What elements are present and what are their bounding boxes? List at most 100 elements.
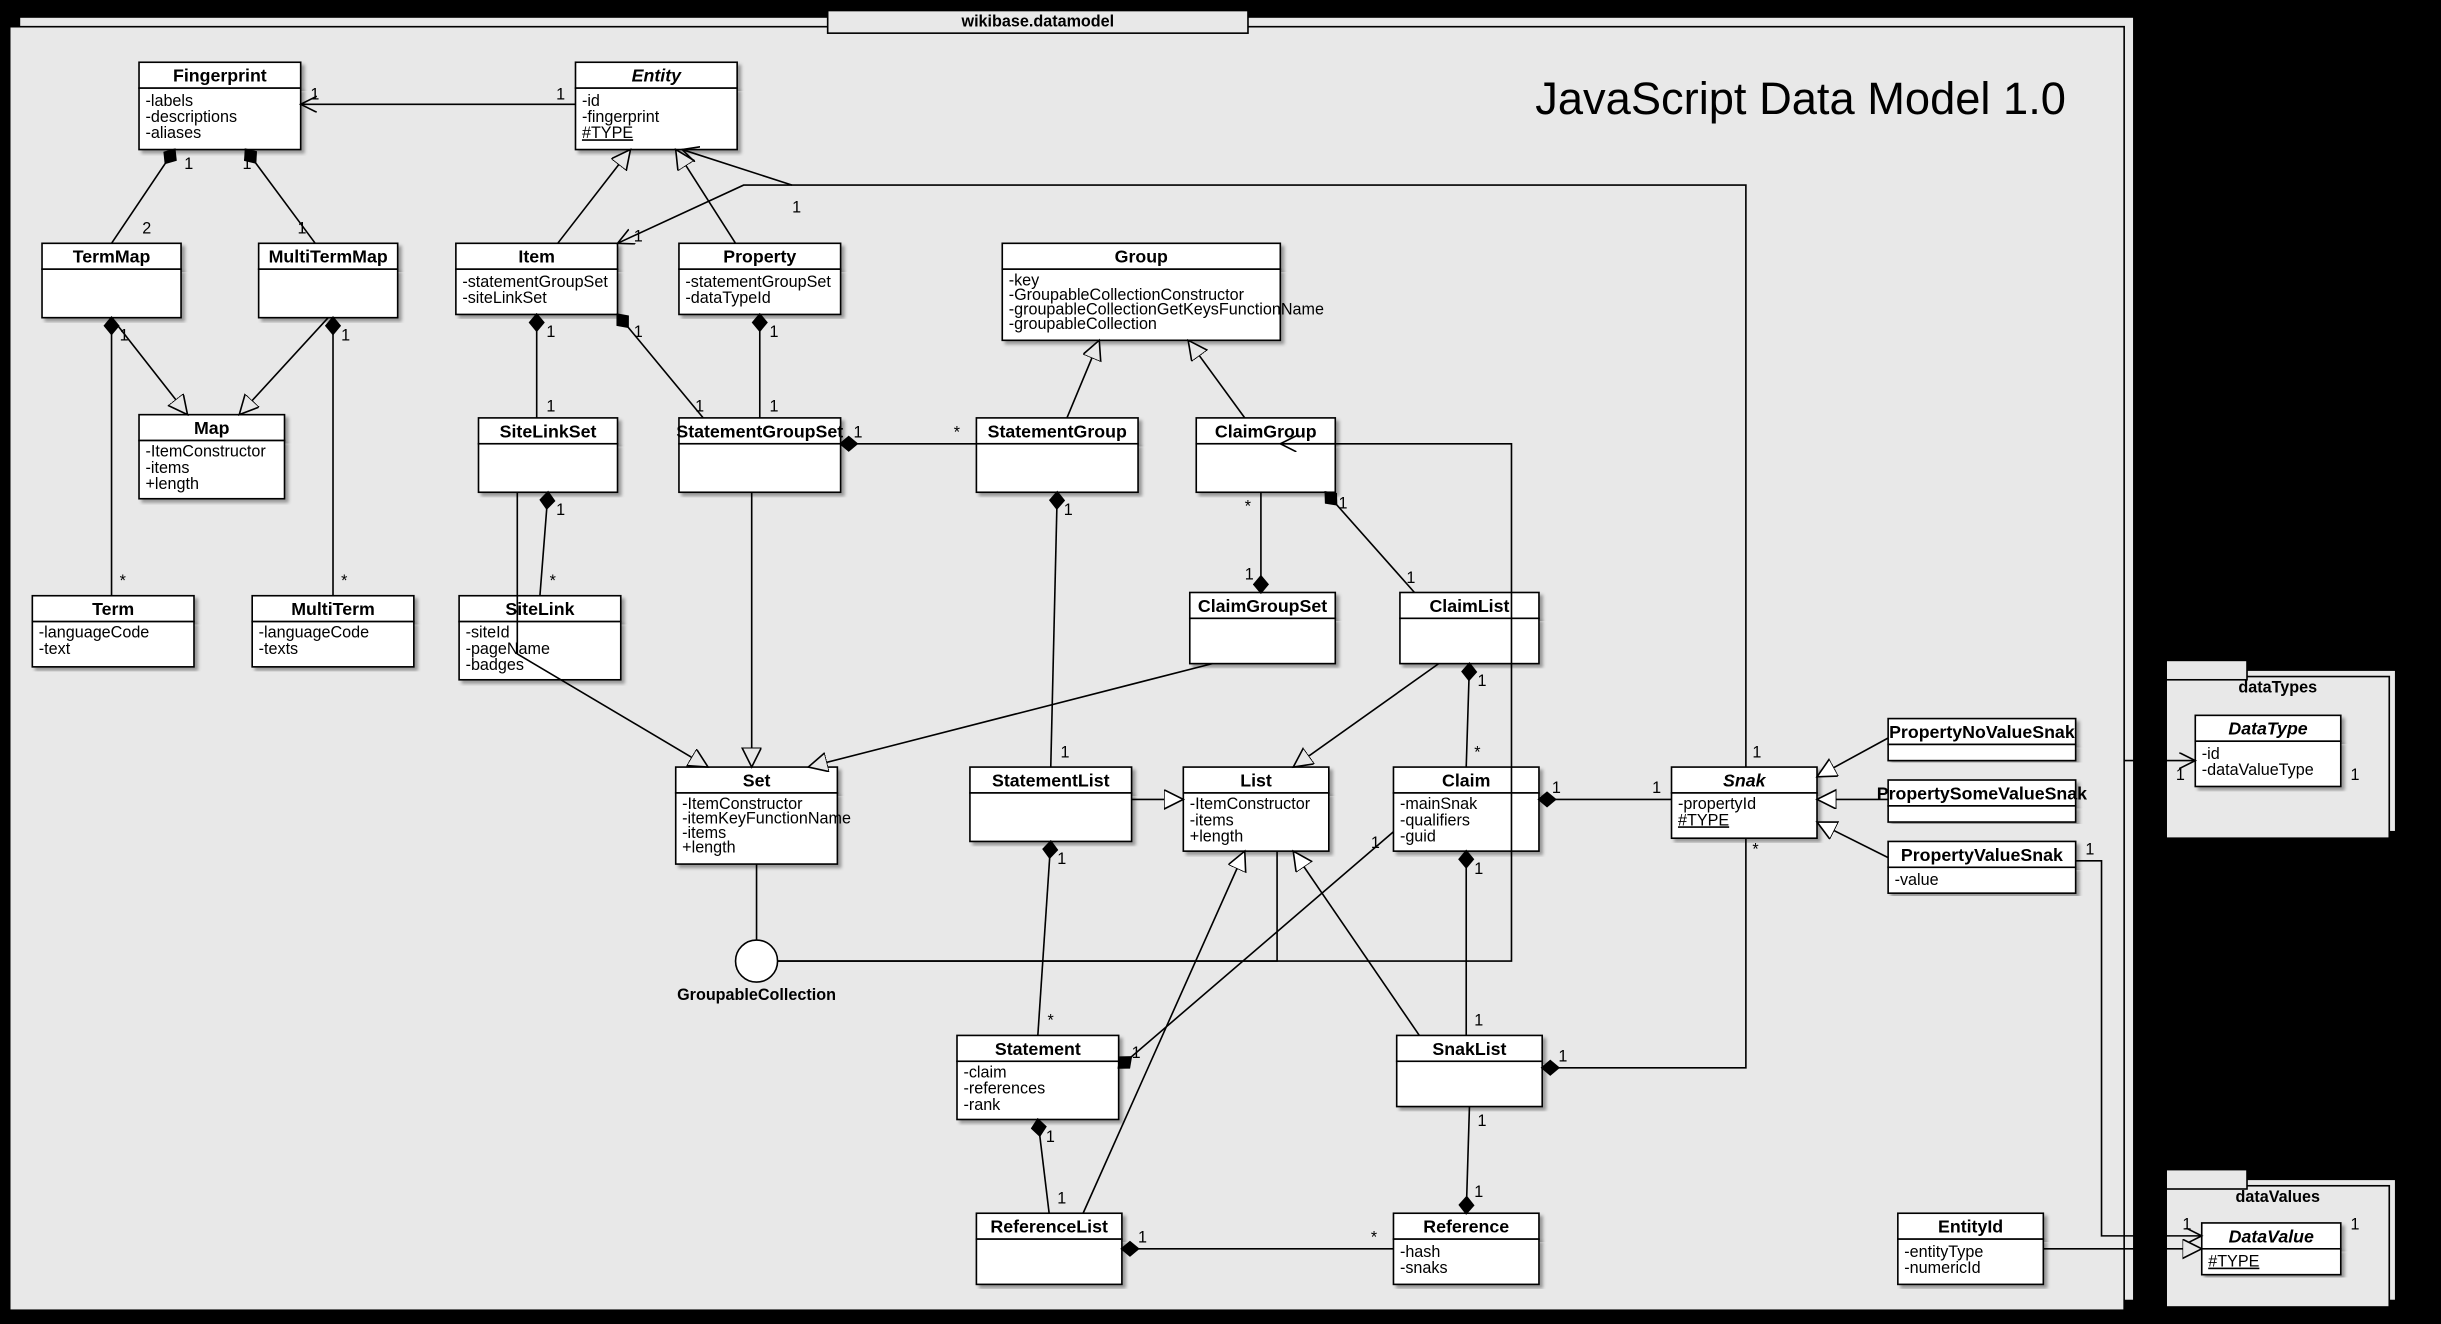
svg-text:1: 1: [341, 326, 350, 344]
svg-text:1: 1: [1552, 779, 1561, 797]
class-entity: Entity -id -fingerprint #TYPE: [575, 62, 737, 149]
svg-text:TermMap: TermMap: [73, 247, 151, 267]
svg-text:ClaimList: ClaimList: [1429, 596, 1509, 616]
class-multiterm: MultiTerm -languageCode -texts: [252, 596, 414, 667]
class-propertynovaluesnak: PropertyNoValueSnak: [1888, 719, 2076, 761]
svg-text:1: 1: [2176, 766, 2185, 784]
svg-text:-dataValueType: -dataValueType: [2202, 761, 2314, 779]
svg-text:DataType: DataType: [2228, 719, 2307, 739]
svg-text:DataValue: DataValue: [2229, 1226, 2314, 1246]
class-snaklist: SnakList: [1397, 1035, 1542, 1106]
svg-text:*: *: [1048, 1012, 1055, 1030]
svg-text:1: 1: [1478, 672, 1487, 690]
svg-text:1: 1: [2182, 1215, 2191, 1233]
svg-text:*: *: [1474, 743, 1481, 761]
class-statementgroup: StatementGroup: [976, 418, 1138, 492]
class-set: Set -ItemConstructor -itemKeyFunctionNam…: [676, 767, 851, 864]
svg-text:Term: Term: [92, 599, 134, 619]
class-referencelist: ReferenceList: [976, 1213, 1121, 1284]
svg-text:Item: Item: [518, 247, 555, 267]
class-list: List -ItemConstructor -items +length: [1183, 767, 1328, 851]
svg-text:-dataTypeId: -dataTypeId: [685, 289, 770, 307]
svg-text:Group: Group: [1115, 247, 1168, 267]
svg-text:1: 1: [1245, 566, 1254, 584]
svg-text:SiteLinkSet: SiteLinkSet: [500, 421, 597, 441]
svg-text:1: 1: [854, 423, 863, 441]
svg-text:-aliases: -aliases: [145, 124, 201, 142]
svg-text:-value: -value: [1895, 871, 1939, 889]
svg-text:1: 1: [2350, 766, 2359, 784]
class-datavalue: DataValue #TYPE: [2202, 1223, 2341, 1275]
svg-text:Entity: Entity: [632, 66, 682, 86]
svg-text:SnakList: SnakList: [1432, 1039, 1506, 1059]
svg-text:1: 1: [1057, 850, 1066, 868]
class-entityid: EntityId -entityType -numericId: [1898, 1213, 2043, 1284]
svg-text:1: 1: [242, 155, 251, 173]
svg-text:#TYPE: #TYPE: [582, 124, 633, 142]
svg-text:2: 2: [142, 220, 151, 238]
svg-text:+length: +length: [145, 475, 198, 493]
class-claimgroupset: ClaimGroupSet: [1190, 592, 1335, 663]
svg-text:Reference: Reference: [1423, 1217, 1509, 1237]
svg-text:-texts: -texts: [259, 640, 299, 658]
svg-text:Claim: Claim: [1442, 770, 1490, 790]
svg-text:-siteLinkSet: -siteLinkSet: [462, 289, 547, 307]
svg-text:PropertyValueSnak: PropertyValueSnak: [1901, 845, 2063, 865]
svg-text:Snak: Snak: [1723, 770, 1767, 790]
svg-text:1: 1: [1138, 1228, 1147, 1246]
class-property: Property -statementGroupSet -dataTypeId: [679, 243, 841, 314]
svg-text:1: 1: [2350, 1215, 2359, 1233]
svg-text:1: 1: [1474, 860, 1483, 878]
svg-text:ClaimGroup: ClaimGroup: [1215, 421, 1317, 441]
svg-text:1: 1: [769, 397, 778, 415]
uml-diagram: wikibase.datamodel JavaScript Data Model…: [0, 0, 2441, 1324]
class-datatype: DataType -id -dataValueType: [2195, 715, 2340, 786]
svg-text:StatementGroupSet: StatementGroupSet: [676, 421, 843, 441]
svg-text:Set: Set: [743, 770, 771, 790]
class-item: Item -statementGroupSet -siteLinkSet: [456, 243, 618, 314]
class-sitelinkset: SiteLinkSet: [479, 418, 618, 492]
svg-text:-snaks: -snaks: [1400, 1259, 1448, 1277]
svg-text:dataValues: dataValues: [2236, 1188, 2320, 1206]
svg-text:-guid: -guid: [1400, 827, 1436, 845]
class-term: Term -languageCode -text: [32, 596, 194, 667]
svg-text:1: 1: [184, 155, 193, 173]
class-propertysomevaluesnak: PropertySomeValueSnak: [1877, 780, 2087, 822]
svg-text:#TYPE: #TYPE: [2208, 1253, 2259, 1271]
svg-text:dataTypes: dataTypes: [2238, 679, 2317, 697]
svg-text:1: 1: [1406, 569, 1415, 587]
svg-text:*: *: [341, 572, 348, 590]
svg-text:1: 1: [556, 501, 565, 519]
svg-text:StatementGroup: StatementGroup: [988, 421, 1127, 441]
class-fingerprint: Fingerprint -labels -descriptions -alias…: [139, 62, 301, 149]
svg-text:-numericId: -numericId: [1904, 1259, 1980, 1277]
svg-text:1: 1: [769, 323, 778, 341]
svg-text:1: 1: [546, 323, 555, 341]
svg-text:1: 1: [2085, 840, 2094, 858]
svg-text:1: 1: [1478, 1112, 1487, 1130]
svg-text:-badges: -badges: [466, 656, 524, 674]
svg-text:Property: Property: [723, 247, 796, 267]
svg-text:1: 1: [634, 323, 643, 341]
svg-text:-groupableCollection: -groupableCollection: [1009, 315, 1157, 333]
svg-text:*: *: [550, 572, 557, 590]
svg-text:*: *: [1245, 498, 1252, 516]
svg-text:-rank: -rank: [963, 1096, 1001, 1114]
svg-text:Statement: Statement: [995, 1039, 1081, 1059]
class-statementgroupset: StatementGroupSet: [676, 418, 843, 492]
class-reference: Reference -hash -snaks: [1393, 1213, 1538, 1284]
svg-text:*: *: [1752, 840, 1759, 858]
class-map: Map -ItemConstructor -items +length: [139, 415, 284, 499]
class-multitermmap: MultiTermMap: [259, 243, 398, 317]
svg-text:1: 1: [1752, 743, 1761, 761]
svg-text:MultiTerm: MultiTerm: [291, 599, 375, 619]
svg-text:PropertySomeValueSnak: PropertySomeValueSnak: [1877, 783, 2087, 803]
svg-text:1: 1: [634, 228, 643, 246]
svg-text:1: 1: [1371, 834, 1380, 852]
package-title: wikibase.datamodel: [961, 13, 1115, 31]
svg-text:-text: -text: [39, 640, 71, 658]
svg-text:GroupableCollection: GroupableCollection: [677, 986, 836, 1004]
svg-text:*: *: [1371, 1228, 1378, 1246]
interface-groupablecollection: [736, 940, 778, 982]
svg-text:1: 1: [1132, 1044, 1141, 1062]
